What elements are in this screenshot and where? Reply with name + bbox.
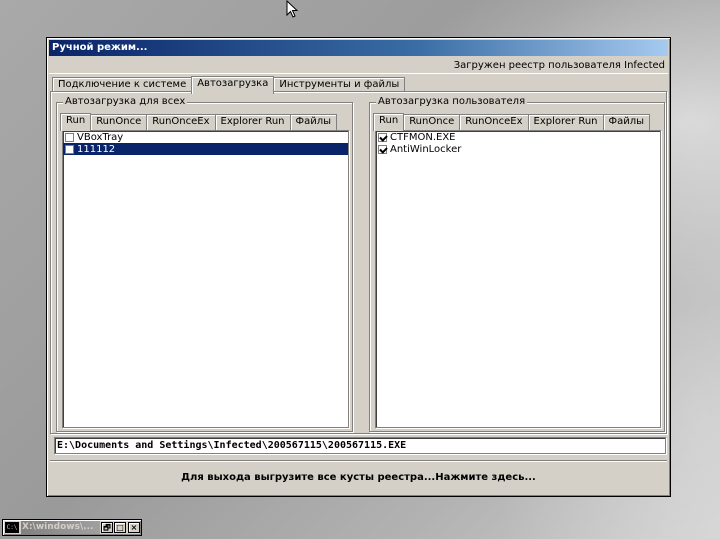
right-tab-runonceex[interactable]: RunOnceEx [459, 114, 529, 130]
manual-mode-window: Ручной режим... Загружен реестр пользова… [46, 37, 671, 497]
restore-button[interactable]: 🗗 [101, 522, 113, 533]
left-subtabs: Run RunOnce RunOnceEx Explorer Run Файлы [60, 112, 338, 131]
group-autorun-all: Автозагрузка для всех Run RunOnce RunOnc… [56, 96, 353, 432]
right-autorun-list[interactable]: CTFMON.EXE AntiWinLocker [375, 130, 661, 428]
file-path-field[interactable]: E:\Documents and Settings\Infected\20056… [54, 437, 666, 454]
left-tab-run[interactable]: Run [60, 113, 92, 131]
list-item[interactable]: CTFMON.EXE [376, 131, 660, 143]
right-tab-runonce[interactable]: RunOnce [403, 114, 461, 130]
taskbar-item-title: X:\windows\... [21, 521, 100, 534]
list-item-label: VBoxTray [77, 131, 124, 143]
mouse-cursor-icon [286, 0, 299, 18]
right-subtabs: Run RunOnce RunOnceEx Explorer Run Файлы [373, 112, 651, 131]
left-tab-runonceex[interactable]: RunOnceEx [146, 114, 216, 130]
registry-status: Загружен реестр пользователя Infected [49, 58, 668, 74]
left-tab-explorer-run[interactable]: Explorer Run [214, 114, 291, 130]
left-autorun-list[interactable]: VBoxTray 111112 [62, 130, 349, 428]
list-item-label: AntiWinLocker [390, 143, 462, 155]
list-item-label: CTFMON.EXE [390, 131, 456, 143]
tab-autorun[interactable]: Автозагрузка [191, 76, 275, 94]
left-tab-files[interactable]: Файлы [289, 114, 338, 130]
list-item[interactable]: 111112 [63, 143, 348, 155]
checkbox[interactable] [378, 144, 387, 154]
taskbar-console-item[interactable]: C:\ X:\windows\... 🗗 □ × [2, 519, 142, 536]
right-tab-explorer-run[interactable]: Explorer Run [527, 114, 604, 130]
checkbox[interactable] [65, 144, 74, 154]
group-autorun-user-label: Автозагрузка пользователя [376, 96, 528, 108]
autorun-panel: Автозагрузка для всех Run RunOnce RunOnc… [50, 91, 667, 434]
list-item[interactable]: VBoxTray [63, 131, 348, 143]
checkbox[interactable] [378, 132, 387, 142]
list-item[interactable]: AntiWinLocker [376, 143, 660, 155]
left-tab-runonce[interactable]: RunOnce [90, 114, 148, 130]
exit-button[interactable]: Для выхода выгрузите все кусты реестра..… [50, 460, 667, 494]
checkbox[interactable] [65, 132, 74, 142]
maximize-button[interactable]: □ [114, 522, 126, 533]
right-tab-files[interactable]: Файлы [602, 114, 651, 130]
group-autorun-user: Автозагрузка пользователя Run RunOnce Ru… [369, 96, 665, 432]
close-button[interactable]: × [128, 522, 140, 533]
list-item-label: 111112 [77, 143, 116, 155]
right-tab-run[interactable]: Run [373, 113, 405, 131]
group-autorun-all-label: Автозагрузка для всех [63, 96, 188, 108]
console-icon: C:\ [5, 522, 19, 533]
window-title: Ручной режим... [49, 40, 668, 56]
